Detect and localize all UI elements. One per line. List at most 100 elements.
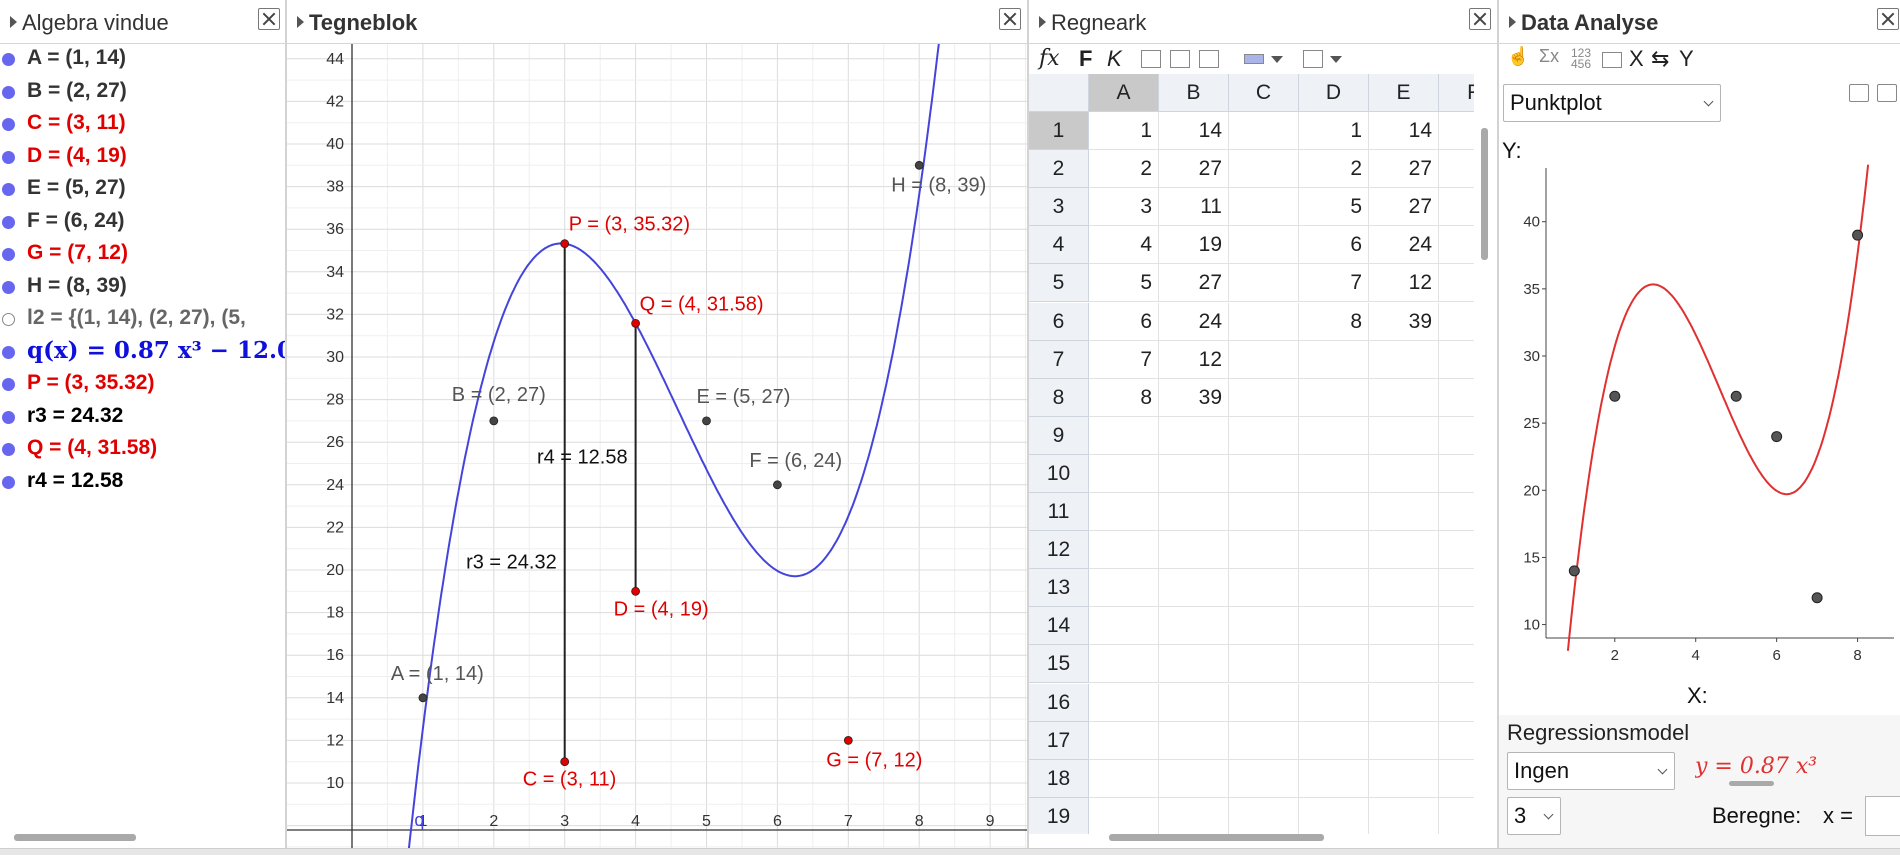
cell[interactable] bbox=[1159, 454, 1229, 493]
row-header[interactable]: 16 bbox=[1029, 683, 1089, 722]
cell[interactable] bbox=[1229, 569, 1299, 608]
cell[interactable] bbox=[1369, 797, 1439, 834]
visibility-toggle-icon[interactable] bbox=[2, 85, 15, 99]
swap-xy-button[interactable]: ⇆ bbox=[1651, 46, 1669, 72]
row-header[interactable]: 13 bbox=[1029, 569, 1089, 608]
data-point[interactable] bbox=[1730, 390, 1742, 402]
visibility-toggle-icon[interactable] bbox=[2, 150, 15, 164]
export-icon[interactable] bbox=[1877, 84, 1897, 102]
cell[interactable] bbox=[1089, 416, 1159, 455]
select-all-corner[interactable] bbox=[1029, 74, 1089, 112]
visibility-toggle-icon[interactable] bbox=[2, 53, 15, 66]
visibility-toggle-icon[interactable] bbox=[2, 183, 15, 196]
chevron-down-icon[interactable] bbox=[1271, 56, 1283, 63]
regression-model-select[interactable]: Ingen bbox=[1507, 752, 1675, 790]
row-header[interactable]: 7 bbox=[1029, 340, 1089, 379]
collapse-triangle-icon[interactable] bbox=[1039, 16, 1046, 28]
data-point[interactable] bbox=[1811, 592, 1823, 604]
cell[interactable] bbox=[1299, 416, 1369, 455]
cell[interactable] bbox=[1299, 797, 1369, 834]
cell[interactable] bbox=[1299, 340, 1369, 379]
row-header[interactable]: 3 bbox=[1029, 188, 1089, 227]
cell[interactable]: 2 bbox=[1299, 150, 1369, 189]
cell[interactable]: 12 bbox=[1369, 264, 1439, 303]
scatter-plot[interactable]: 10 15 20 25 30 35 40 2 4 6 8 bbox=[1499, 160, 1900, 715]
cell[interactable]: 27 bbox=[1159, 150, 1229, 189]
cell[interactable] bbox=[1439, 607, 1474, 646]
close-graphics-button[interactable] bbox=[999, 8, 1021, 30]
algebra-title-bar[interactable]: Algebra vindue bbox=[0, 0, 285, 44]
cell[interactable] bbox=[1089, 759, 1159, 798]
cell[interactable]: 19 bbox=[1159, 226, 1229, 265]
visibility-toggle-icon[interactable] bbox=[2, 215, 15, 229]
function-button[interactable]: fx bbox=[1039, 46, 1060, 71]
point-Q[interactable] bbox=[631, 318, 641, 328]
cell[interactable] bbox=[1439, 417, 1474, 455]
visibility-toggle-icon[interactable] bbox=[2, 248, 15, 261]
point-E[interactable] bbox=[702, 416, 711, 426]
data-point[interactable] bbox=[1609, 390, 1621, 402]
cell[interactable] bbox=[1439, 188, 1474, 227]
cell[interactable] bbox=[1229, 493, 1299, 531]
cell[interactable]: 14 bbox=[1159, 112, 1229, 150]
cell[interactable] bbox=[1229, 531, 1299, 570]
cell[interactable] bbox=[1159, 569, 1229, 608]
cell[interactable] bbox=[1369, 607, 1439, 646]
row-header[interactable]: 4 bbox=[1029, 226, 1089, 265]
cell[interactable]: 27 bbox=[1369, 188, 1439, 227]
align-right-icon[interactable] bbox=[1199, 50, 1219, 68]
chevron-down-icon[interactable] bbox=[1330, 56, 1342, 63]
data-point[interactable] bbox=[1771, 431, 1783, 443]
data-point[interactable] bbox=[1852, 229, 1864, 241]
cell[interactable]: 4 bbox=[1089, 226, 1159, 265]
cell[interactable]: 27 bbox=[1369, 150, 1439, 189]
compute-input[interactable] bbox=[1865, 796, 1900, 836]
cell[interactable] bbox=[1229, 759, 1299, 798]
row-header[interactable]: 6 bbox=[1029, 302, 1089, 341]
options-icon[interactable] bbox=[1849, 84, 1869, 102]
cell[interactable]: 14 bbox=[1369, 112, 1439, 150]
cell[interactable]: 39 bbox=[1369, 302, 1439, 341]
cell[interactable] bbox=[1369, 378, 1439, 417]
function-curve-q[interactable] bbox=[407, 44, 941, 848]
close-spreadsheet-button[interactable] bbox=[1469, 8, 1491, 30]
column-header[interactable]: A bbox=[1089, 74, 1159, 112]
cell[interactable]: 7 bbox=[1299, 264, 1369, 303]
x-variable-button[interactable]: X bbox=[1629, 46, 1644, 72]
algebra-horizontal-scrollbar[interactable] bbox=[14, 834, 136, 841]
plot-type-select[interactable]: Punktplot bbox=[1503, 84, 1721, 122]
cell[interactable]: 5 bbox=[1299, 188, 1369, 227]
cell[interactable] bbox=[1439, 684, 1474, 722]
cell[interactable] bbox=[1439, 303, 1474, 341]
layout-icon[interactable] bbox=[1602, 52, 1622, 68]
cell[interactable] bbox=[1089, 721, 1159, 760]
cell[interactable] bbox=[1089, 531, 1159, 570]
cell[interactable] bbox=[1299, 569, 1369, 608]
cell[interactable] bbox=[1299, 531, 1369, 570]
cell[interactable] bbox=[1369, 340, 1439, 379]
visibility-toggle-icon[interactable] bbox=[2, 280, 15, 294]
cell[interactable] bbox=[1089, 454, 1159, 493]
visibility-toggle-icon[interactable] bbox=[2, 345, 15, 359]
bold-button[interactable]: F bbox=[1079, 46, 1092, 72]
cell[interactable] bbox=[1369, 721, 1439, 760]
cell[interactable]: 5 bbox=[1089, 264, 1159, 303]
cell[interactable] bbox=[1299, 378, 1369, 417]
cell[interactable] bbox=[1439, 569, 1474, 608]
cell[interactable] bbox=[1299, 607, 1369, 646]
collapse-triangle-icon[interactable] bbox=[297, 16, 304, 28]
row-header[interactable]: 1 bbox=[1029, 112, 1089, 150]
data-table-button[interactable]: 123 456 bbox=[1571, 47, 1597, 70]
cell[interactable] bbox=[1439, 798, 1474, 834]
cell[interactable] bbox=[1089, 607, 1159, 646]
cell[interactable] bbox=[1159, 721, 1229, 760]
cell[interactable]: 8 bbox=[1299, 302, 1369, 341]
column-header[interactable]: F bbox=[1439, 74, 1474, 112]
cell[interactable] bbox=[1229, 454, 1299, 493]
cell[interactable]: 39 bbox=[1159, 378, 1229, 417]
cell[interactable] bbox=[1369, 493, 1439, 531]
visibility-toggle-icon[interactable] bbox=[2, 475, 15, 489]
cell[interactable] bbox=[1299, 721, 1369, 760]
cell[interactable] bbox=[1229, 721, 1299, 760]
visibility-toggle-icon[interactable] bbox=[2, 313, 15, 326]
